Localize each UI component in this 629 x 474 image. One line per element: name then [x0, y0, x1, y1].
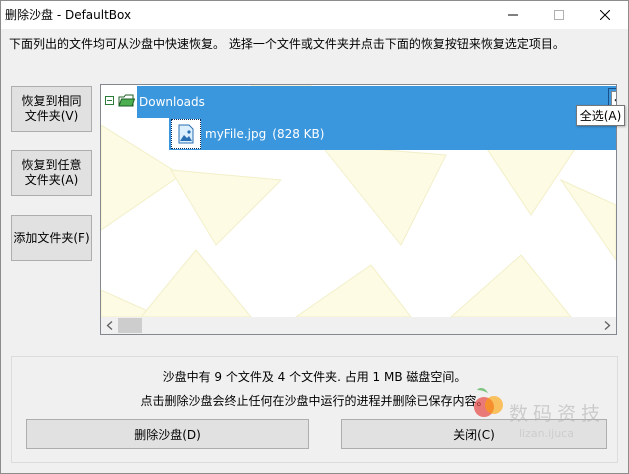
tree-item-downloads-label: Downloads: [139, 95, 205, 109]
window-title: 删除沙盘 - DefaultBox: [5, 8, 132, 22]
sandbox-usage-text: 沙盘中有 9 个文件及 4 个文件夹. 占用 1 MB 磁盘空间。: [162, 370, 467, 384]
add-folder-button[interactable]: 添加文件夹(F): [11, 215, 92, 261]
restore-same-folder-button[interactable]: 恢复到相同 文件夹(V): [11, 86, 92, 132]
horizontal-scrollbar[interactable]: [101, 317, 616, 334]
select-all-tooltip: 全选(A): [576, 105, 625, 126]
minimize-button[interactable]: [490, 1, 536, 29]
restore-any-folder-button[interactable]: 恢复到任意 文件夹(A): [11, 150, 92, 196]
tree-item-myfile[interactable]: myFile.jpg (828 KB): [169, 118, 616, 150]
tree-item-myfile-size: (828 KB): [272, 127, 325, 141]
summary-panel: 沙盘中有 9 个文件及 4 个文件夹. 占用 1 MB 磁盘空间。 点击删除沙盘…: [11, 356, 618, 463]
delete-sandbox-label: 删除沙盘(D): [134, 427, 201, 442]
scroll-right-button[interactable]: [599, 317, 616, 334]
restore-same-label-line2: 文件夹(V): [24, 109, 79, 123]
close-window-button[interactable]: [582, 1, 628, 29]
maximize-icon: [554, 10, 564, 20]
add-folder-label: 添加文件夹(F): [13, 230, 90, 245]
minimize-icon: [508, 14, 518, 16]
title-bar: 删除沙盘 - DefaultBox: [1, 1, 628, 29]
tree-item-downloads[interactable]: Downloads: [137, 86, 616, 118]
chevron-left-icon: [106, 321, 113, 330]
restore-any-label-line2: 文件夹(A): [24, 173, 79, 187]
image-file-icon: [171, 119, 201, 149]
tree-item-myfile-name: myFile.jpg: [205, 127, 267, 141]
delete-sandbox-window: 删除沙盘 - DefaultBox 下面列出的文件均可从沙盘中快速恢复。 选择一…: [0, 0, 629, 474]
delete-sandbox-button[interactable]: 删除沙盘(D): [26, 419, 309, 449]
close-icon: [600, 10, 610, 20]
maximize-button[interactable]: [536, 1, 582, 29]
restore-same-label-line1: 恢复到相同: [21, 94, 82, 108]
chevron-right-icon: [604, 321, 611, 330]
restore-any-label-line1: 恢复到任意: [21, 158, 82, 172]
instructions-text: 下面列出的文件均可从沙盘中快速恢复。 选择一个文件或文件夹并点击下面的恢复按钮来…: [9, 37, 565, 51]
close-button[interactable]: 关闭(C): [341, 419, 607, 449]
delete-warning-text: 点击删除沙盘会终止任何在沙盘中运行的进程并删除已保存内容。: [140, 394, 489, 408]
collapse-toggle-icon[interactable]: [105, 96, 114, 105]
close-button-label: 关闭(C): [453, 427, 495, 442]
file-tree[interactable]: Downloads myFile.jpg (828 KB): [100, 84, 617, 335]
scroll-left-button[interactable]: [101, 317, 118, 334]
scrollbar-thumb[interactable]: [118, 318, 142, 333]
folder-icon: [118, 94, 135, 107]
